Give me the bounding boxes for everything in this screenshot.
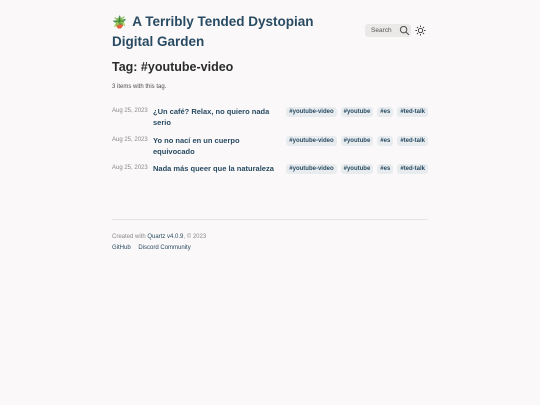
footer-divider — [112, 219, 428, 220]
item-tags: #youtube-video #youtube #es #ted-talk — [286, 164, 428, 174]
tag-link[interactable]: #youtube-video — [286, 107, 337, 117]
tag-link[interactable]: #ted-talk — [397, 164, 428, 174]
tag-link[interactable]: #ted-talk — [397, 136, 428, 146]
footer-created-prefix: Created with — [112, 234, 148, 240]
footer-credit: Created with Quartz v4.0.9, © 2023 — [112, 234, 206, 240]
tag-link[interactable]: #youtube — [340, 164, 374, 174]
site-title[interactable]: 🪴 A Terribly Tended Dystopian Digital Ga… — [112, 12, 352, 52]
list-item: Aug 25, 2023 ¿Un café? Relax, no quiero … — [112, 107, 428, 134]
tag-link[interactable]: #es — [377, 136, 394, 146]
list-item: Aug 25, 2023 Nada más queer que la natur… — [112, 164, 428, 191]
item-date: Aug 25, 2023 — [112, 108, 148, 114]
item-count: 3 items with this tag. — [112, 84, 167, 90]
item-date: Aug 25, 2023 — [112, 137, 148, 143]
search-label: Search — [371, 27, 392, 34]
discord-link[interactable]: Discord Community — [138, 245, 190, 251]
site-title-text[interactable]: A Terribly Tended Dystopian Digital Gard… — [112, 14, 313, 49]
tag-link[interactable]: #youtube-video — [286, 164, 337, 174]
search-icon[interactable] — [399, 25, 410, 36]
footer-created-suffix: , © 2023 — [183, 234, 207, 240]
item-title-link[interactable]: Yo no nací en un cuerpo equivocado — [153, 136, 278, 157]
item-tags: #youtube-video #youtube #es #ted-talk — [286, 107, 428, 117]
tag-link[interactable]: #es — [377, 107, 394, 117]
item-date: Aug 25, 2023 — [112, 165, 148, 171]
github-link[interactable]: GitHub — [112, 245, 131, 251]
tag-link[interactable]: #es — [377, 164, 394, 174]
item-tags: #youtube-video #youtube #es #ted-talk — [286, 136, 428, 146]
sun-icon[interactable] — [415, 25, 426, 36]
list-item: Aug 25, 2023 Yo no nací en un cuerpo equ… — [112, 136, 428, 163]
footer-links: GitHub Discord Community — [112, 245, 197, 251]
tag-link[interactable]: #youtube-video — [286, 136, 337, 146]
tag-link[interactable]: #youtube — [340, 107, 374, 117]
tag-link[interactable]: #youtube — [340, 136, 374, 146]
quartz-link[interactable]: Quartz v4.0.9 — [147, 234, 183, 240]
page-title: Tag: #youtube-video — [112, 60, 234, 74]
tag-link[interactable]: #ted-talk — [397, 107, 428, 117]
item-title-link[interactable]: Nada más queer que la naturaleza — [153, 164, 278, 175]
item-title-link[interactable]: ¿Un café? Relax, no quiero nada serio — [153, 107, 278, 128]
plant-logo-icon: 🪴 — [112, 15, 127, 29]
